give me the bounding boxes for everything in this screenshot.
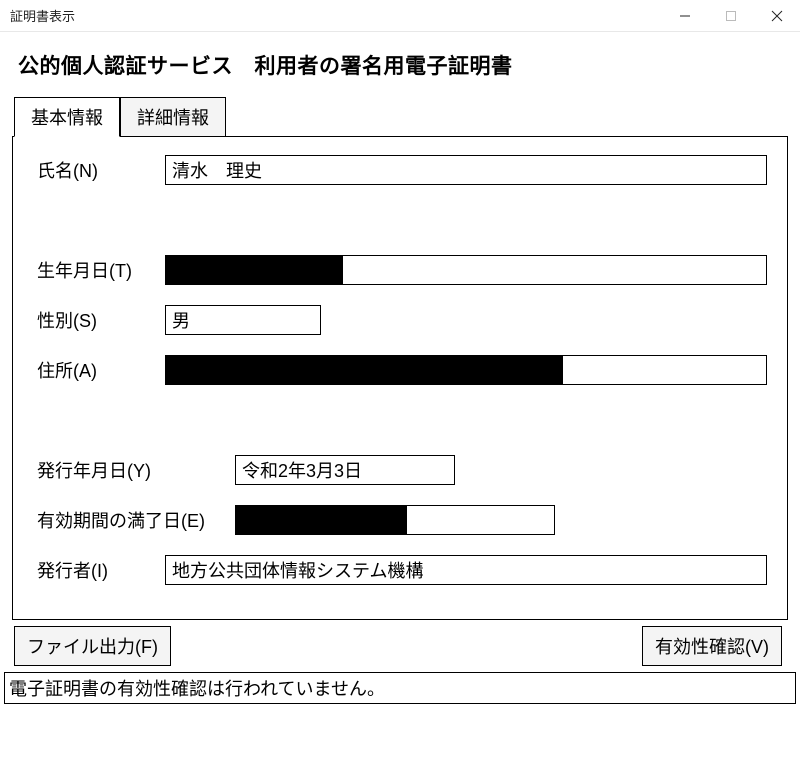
sex-value: 男	[172, 307, 190, 333]
window-titlebar: 証明書表示	[0, 0, 800, 32]
expiry-redaction	[235, 505, 407, 535]
tab-detail[interactable]: 詳細情報	[120, 97, 226, 137]
expiry-date-label: 有効期間の満了日(E)	[37, 507, 235, 533]
issue-date-field[interactable]: 令和2年3月3日	[235, 455, 455, 485]
minimize-button[interactable]	[662, 0, 708, 31]
maximize-icon	[725, 10, 737, 22]
name-value: 清水 理史	[172, 157, 262, 183]
window-title: 証明書表示	[10, 6, 75, 25]
issuer-value: 地方公共団体情報システム機構	[172, 557, 423, 583]
name-label: 氏名(N)	[37, 157, 165, 183]
row-address: 住所(A)	[37, 355, 767, 385]
tab-pane-basic: 氏名(N) 清水 理史 生年月日(T) 性別(S) 男 住所(A)	[12, 136, 788, 620]
content-area: 公的個人認証サービス 利用者の署名用電子証明書 基本情報 詳細情報 氏名(N) …	[0, 32, 800, 668]
issuer-field[interactable]: 地方公共団体情報システム機構	[165, 555, 767, 585]
window-controls	[662, 0, 800, 31]
row-name: 氏名(N) 清水 理史	[37, 155, 767, 185]
address-label: 住所(A)	[37, 357, 165, 383]
close-button[interactable]	[754, 0, 800, 31]
tab-basic[interactable]: 基本情報	[14, 97, 120, 137]
file-output-button[interactable]: ファイル出力(F)	[14, 626, 171, 666]
status-text: 電子証明書の有効性確認は行われていません。	[9, 679, 385, 699]
row-issuer: 発行者(I) 地方公共団体情報システム機構	[37, 555, 767, 585]
address-redaction	[165, 355, 563, 385]
minimize-icon	[679, 10, 691, 22]
tab-row: 基本情報 詳細情報	[14, 96, 788, 136]
sex-field[interactable]: 男	[165, 305, 321, 335]
dob-redaction	[165, 255, 343, 285]
close-icon	[771, 10, 783, 22]
sex-label: 性別(S)	[37, 307, 165, 333]
status-bar: 電子証明書の有効性確認は行われていません。	[4, 672, 796, 704]
issue-date-value: 令和2年3月3日	[242, 457, 362, 483]
name-field[interactable]: 清水 理史	[165, 155, 767, 185]
issue-date-label: 発行年月日(Y)	[37, 457, 235, 483]
page-title: 公的個人認証サービス 利用者の署名用電子証明書	[18, 50, 788, 80]
row-expiry-date: 有効期間の満了日(E)	[37, 505, 767, 535]
validity-check-button[interactable]: 有効性確認(V)	[642, 626, 782, 666]
dob-field[interactable]	[165, 255, 767, 285]
maximize-button[interactable]	[708, 0, 754, 31]
dob-label: 生年月日(T)	[37, 257, 165, 283]
row-sex: 性別(S) 男	[37, 305, 767, 335]
button-row: ファイル出力(F) 有効性確認(V)	[12, 626, 788, 666]
address-field[interactable]	[165, 355, 767, 385]
expiry-date-field[interactable]	[235, 505, 555, 535]
issuer-label: 発行者(I)	[37, 557, 165, 583]
row-issue-date: 発行年月日(Y) 令和2年3月3日	[37, 455, 767, 485]
row-dob: 生年月日(T)	[37, 255, 767, 285]
